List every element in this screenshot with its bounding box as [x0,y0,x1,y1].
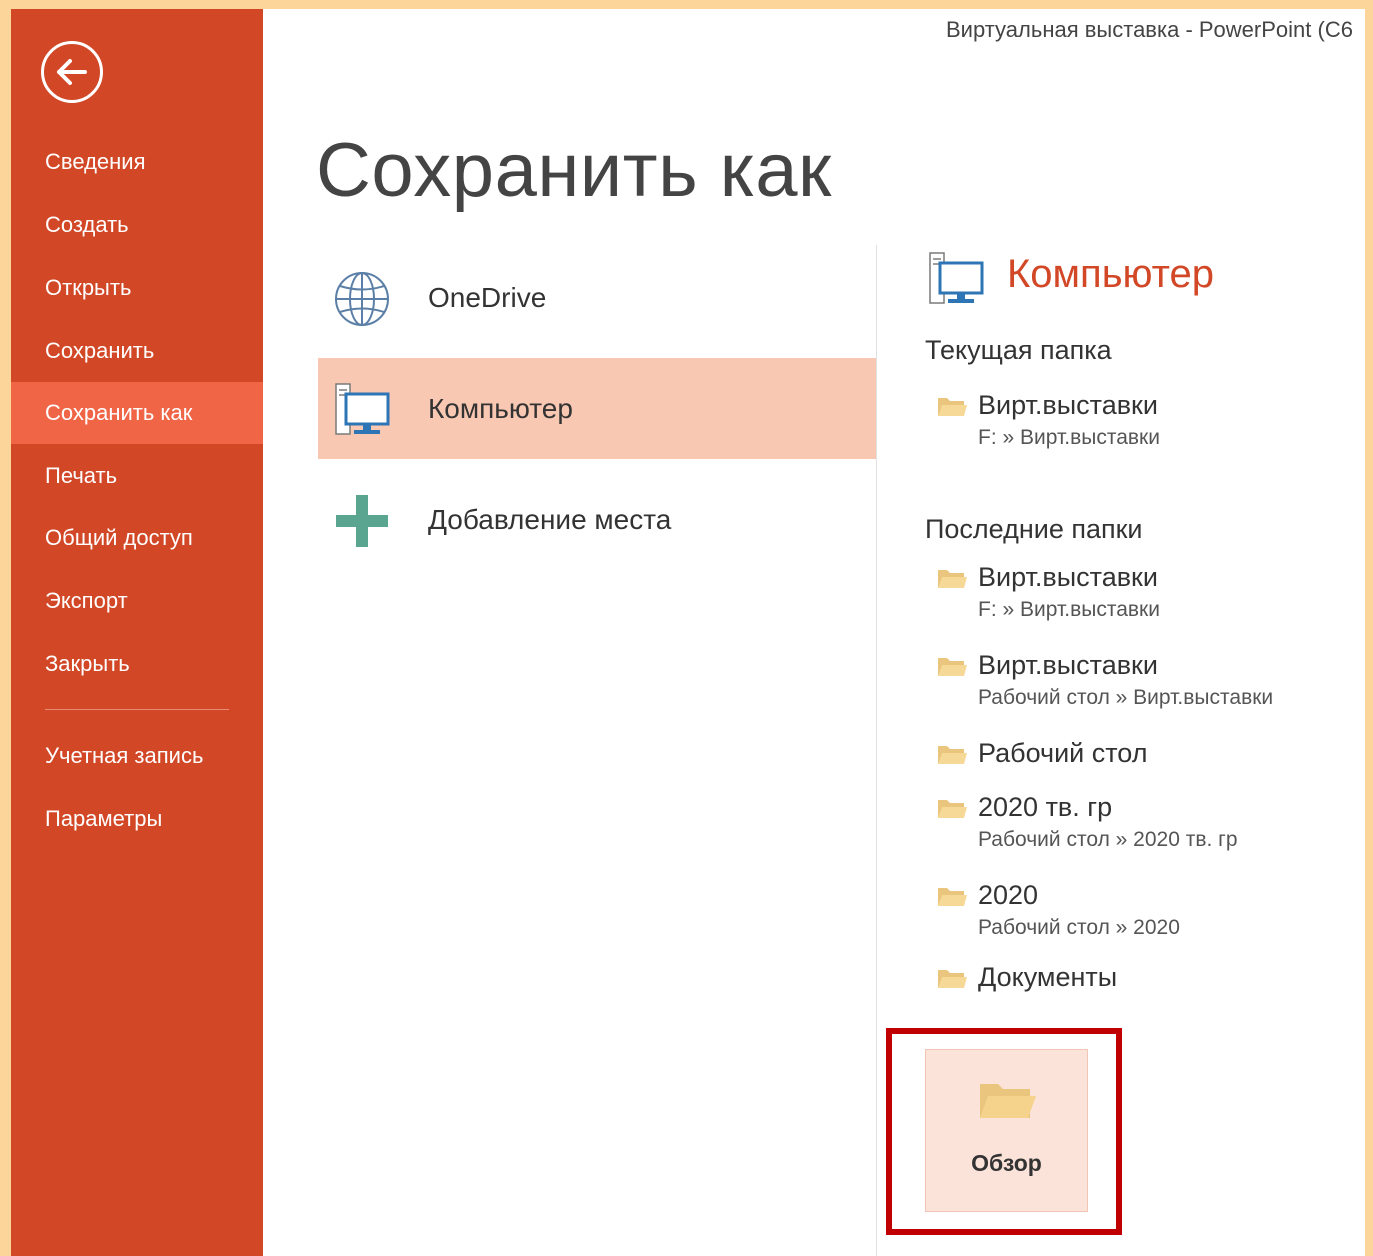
folder-path: Рабочий стол » Вирт.выставки [978,686,1274,709]
folder-icon [938,398,967,416]
browse-label: Обзор [971,1150,1042,1176]
backstage-nav: Сведения Создать Открыть Сохранить Сохра… [11,9,263,1256]
location-onedrive[interactable]: OneDrive [318,247,876,348]
nav-item-options[interactable]: Параметры [11,788,263,850]
nav-item-info[interactable]: Сведения [11,131,263,193]
nav-item-save[interactable]: Сохранить [11,320,263,382]
recent-folders-title: Последние папки [925,514,1143,544]
nav-item-new[interactable]: Создать [11,194,263,256]
folder-name: Вирт.выставки [978,390,1158,420]
folder-path: F: » Вирт.выставки [978,426,1160,449]
location-label: Компьютер [428,393,573,424]
location-add-place[interactable]: Добавление места [318,469,876,570]
folder-icon [938,570,967,588]
folder-name: 2020 тв. гр [978,792,1113,822]
window-title: Виртуальная выставка - PowerPoint (C6 [946,17,1353,42]
folder-icon [938,800,967,818]
nav-item-print[interactable]: Печать [11,445,263,507]
location-label: Добавление места [428,504,672,535]
computer-icon [929,252,984,304]
nav-separator [45,709,229,710]
folder-icon [938,746,967,764]
folder-icon [938,970,967,988]
folder-name: Вирт.выставки [978,562,1158,592]
folder-name: Документы [978,962,1118,992]
nav-item-account[interactable]: Учетная запись [11,725,263,787]
globe-icon [335,272,389,326]
back-button[interactable] [41,41,103,103]
nav-item-share[interactable]: Общий доступ [11,507,263,569]
computer-icon [335,383,390,435]
page-title: Сохранить как [316,128,832,213]
folder-name: Вирт.выставки [978,650,1158,680]
pane-divider [876,245,877,1256]
location-computer[interactable]: Компьютер [318,358,876,459]
back-arrow-icon [57,59,87,85]
folder-open-icon [980,1084,1036,1118]
nav-item-close[interactable]: Закрыть [11,633,263,695]
nav-item-open[interactable]: Открыть [11,257,263,319]
nav-item-save-as[interactable]: Сохранить как [11,382,263,444]
browse-button[interactable]: Обзор [925,1049,1088,1212]
folder-path: F: » Вирт.выставки [978,598,1160,621]
folder-icon [938,658,967,676]
pane-heading: Компьютер [1007,252,1215,296]
folder-icon [938,888,967,906]
backstage-window: Сведения Создать Открыть Сохранить Сохра… [11,9,1365,1256]
location-label: OneDrive [428,282,547,313]
folder-path: Рабочий стол » 2020 тв. гр [978,828,1238,851]
nav-item-export[interactable]: Экспорт [11,570,263,632]
plus-icon [336,495,388,547]
folder-name: Рабочий стол [978,738,1148,768]
folder-name: 2020 [978,880,1039,910]
current-folder-title: Текущая папка [925,335,1112,365]
folder-path: Рабочий стол » 2020 [978,916,1180,939]
